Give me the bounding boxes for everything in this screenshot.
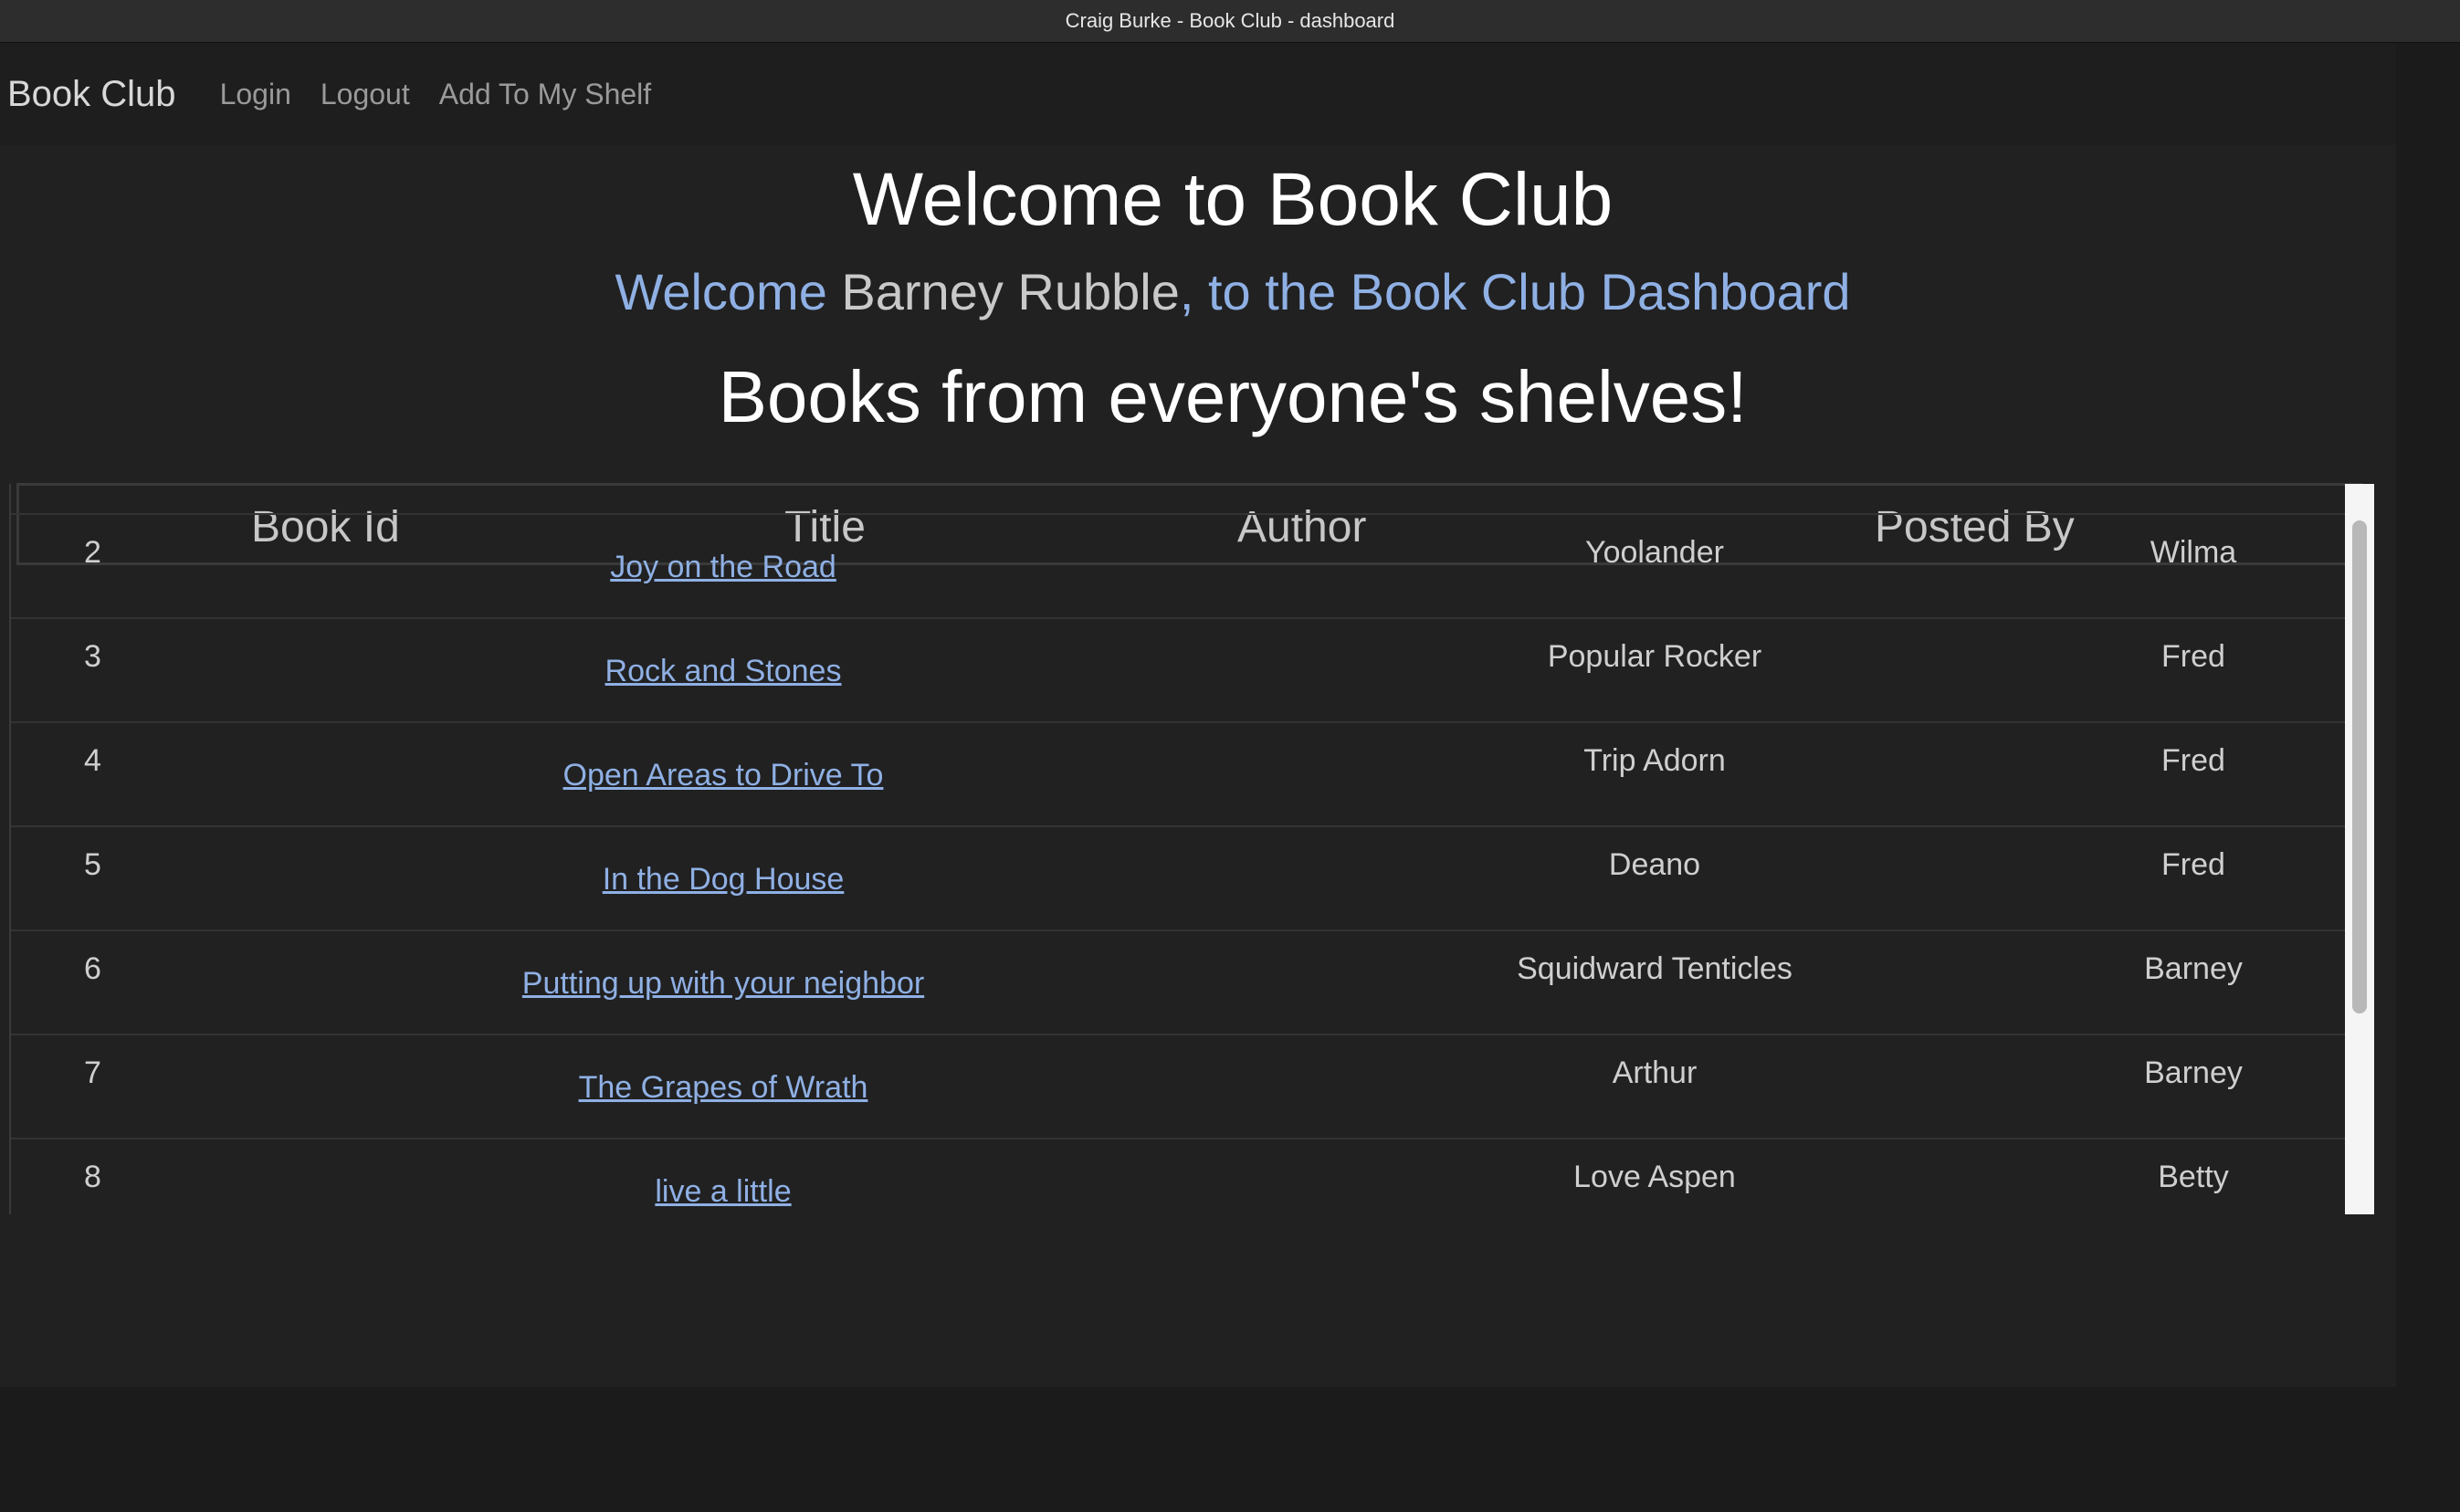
posted-by-cell: Fred bbox=[2161, 847, 2225, 882]
book-author-cell: Trip Adorn bbox=[1583, 743, 1726, 778]
book-author-cell: Love Aspen bbox=[1573, 1160, 1736, 1194]
table-row: 6 Putting up with your neighbor Squidward … bbox=[11, 929, 2347, 1035]
table-body[interactable]: My Little Donkey Wagon 2 Joy on the Road Yo… bbox=[9, 484, 2385, 1214]
book-title-link[interactable]: Open Areas to Drive To bbox=[303, 758, 1143, 793]
posted-by-cell: Fred bbox=[2161, 743, 2225, 778]
navbar: Book Club Login Logout Add To My Shelf bbox=[0, 43, 2396, 145]
scrollbar-thumb[interactable] bbox=[2352, 520, 2367, 1013]
welcome-message: Welcome Barney Rubble, to the Book Club … bbox=[0, 262, 2460, 322]
book-title-link[interactable]: Putting up with your neighbor bbox=[303, 966, 1143, 1002]
posted-by-cell: Betty bbox=[2158, 1160, 2229, 1194]
book-id-cell: 4 bbox=[84, 743, 101, 778]
welcome-user-name: Barney Rubble bbox=[841, 263, 1180, 320]
book-id-cell: 2 bbox=[84, 535, 101, 570]
book-id-cell: 3 bbox=[84, 639, 101, 674]
book-title-link[interactable]: In the Dog House bbox=[303, 862, 1143, 898]
book-author-cell: Deano bbox=[1608, 847, 1701, 882]
book-id-cell: 5 bbox=[84, 847, 101, 882]
book-author-cell: Arthur bbox=[1612, 1055, 1698, 1090]
book-id-cell: 6 bbox=[84, 951, 101, 986]
page-footer-area bbox=[0, 1387, 2460, 1512]
window-titlebar: Craig Burke - Book Club - dashboard bbox=[0, 0, 2460, 43]
page-title: Welcome to Book Club bbox=[852, 158, 1614, 241]
posted-by-cell: Fred bbox=[2161, 639, 2225, 674]
book-title-link[interactable]: Rock and Stones bbox=[303, 654, 1143, 689]
book-id-cell: 7 bbox=[84, 1055, 101, 1090]
book-author-cell: Yoolander bbox=[1585, 535, 1724, 570]
table-scrollbar[interactable] bbox=[2345, 484, 2374, 1214]
logout-link[interactable]: Logout bbox=[321, 78, 410, 111]
brand-link[interactable]: Book Club bbox=[7, 74, 176, 115]
books-subheading: Books from everyone's shelves! bbox=[718, 356, 1748, 437]
table-row: 7 The Grapes of Wrath Arthur Barney bbox=[11, 1034, 2347, 1139]
window-title: Craig Burke - Book Club - dashboard bbox=[1065, 9, 1395, 32]
table-row: 4 Open Areas to Drive To Trip Adorn Fred bbox=[11, 721, 2347, 827]
book-author-cell: Squidward Tenticles bbox=[1517, 951, 1792, 986]
posted-by-cell: Barney bbox=[2144, 1055, 2243, 1090]
table-row: 5 In the Dog House Deano Fred bbox=[11, 825, 2347, 931]
welcome-suffix: , to the Book Club Dashboard bbox=[1179, 263, 1851, 320]
add-to-shelf-link[interactable]: Add To My Shelf bbox=[439, 78, 651, 111]
book-title-link[interactable]: live a little bbox=[303, 1174, 1143, 1210]
table-row: 2 Joy on the Road Yoolander Wilma bbox=[11, 513, 2347, 619]
book-title-link[interactable]: The Grapes of Wrath bbox=[303, 1070, 1143, 1106]
book-title-link[interactable]: Joy on the Road bbox=[303, 550, 1143, 585]
table-row: 8 live a little Love Aspen Betty bbox=[11, 1138, 2347, 1214]
table-row: 3 Rock and Stones Popular Rocker Fred bbox=[11, 617, 2347, 723]
table-row: My Little Donkey Wagon bbox=[11, 484, 2347, 515]
book-author-cell: Popular Rocker bbox=[1547, 639, 1762, 674]
posted-by-cell: Barney bbox=[2144, 951, 2243, 986]
posted-by-cell: Wilma bbox=[2150, 535, 2237, 570]
login-link[interactable]: Login bbox=[220, 78, 291, 111]
book-id-cell: 8 bbox=[84, 1160, 101, 1194]
welcome-prefix: Welcome bbox=[615, 263, 842, 320]
